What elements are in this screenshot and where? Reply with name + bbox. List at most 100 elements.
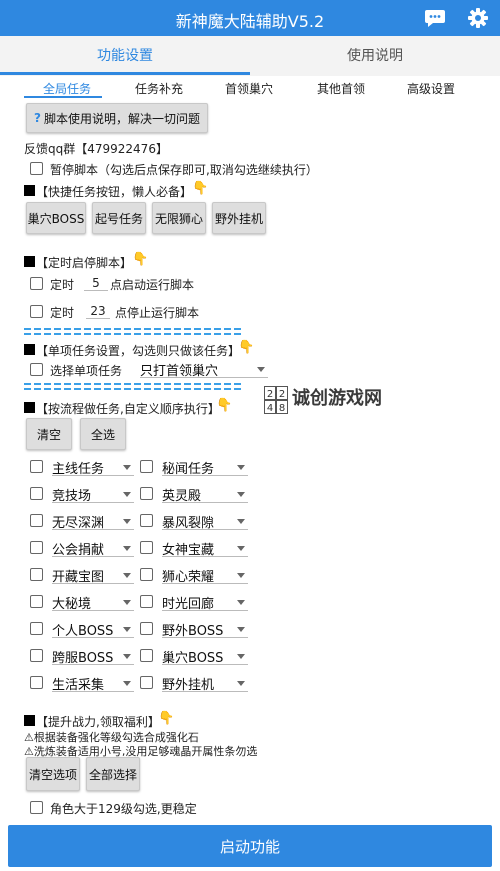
flow-clear-button[interactable]: 清空 [26, 418, 72, 450]
flow-select-all-button[interactable]: 全选 [80, 418, 126, 450]
flow-task-checkbox[interactable] [140, 676, 153, 689]
timer-stop-label: 定时 [50, 306, 75, 320]
flow-task-dropdown[interactable]: 开藏宝图 [52, 566, 134, 585]
chevron-down-icon [237, 519, 245, 524]
section-marker [24, 402, 35, 413]
flow-task-label: 野外挂机 [162, 678, 215, 693]
flow-task-label: 主线任务 [52, 462, 105, 477]
flow-task-label: 女神宝藏 [162, 543, 215, 558]
single-task-dropdown[interactable]: 只打首领巢穴 [140, 360, 268, 379]
quick-button-field-idle[interactable]: 野外挂机 [212, 202, 266, 234]
chat-icon[interactable] [421, 4, 449, 32]
flow-task-label: 开藏宝图 [52, 570, 105, 585]
quick-button-starter-tasks[interactable]: 起号任务 [92, 202, 146, 234]
flow-task-checkbox[interactable] [140, 541, 153, 554]
single-task-checkbox[interactable] [30, 363, 43, 376]
flow-task-checkbox[interactable] [140, 622, 153, 635]
flow-task-dropdown[interactable]: 主线任务 [52, 458, 134, 477]
flow-task-dropdown[interactable]: 竞技场 [52, 485, 134, 504]
flow-task-dropdown[interactable]: 暴风裂隙 [162, 512, 248, 531]
divider [24, 388, 244, 390]
chevron-down-icon [237, 600, 245, 605]
subtab-advanced-settings[interactable]: 高级设置 [386, 80, 476, 97]
flow-task-dropdown[interactable]: 女神宝藏 [162, 539, 248, 558]
flow-task-dropdown[interactable]: 公会捐献 [52, 539, 134, 558]
flow-task-checkbox[interactable] [30, 541, 43, 554]
timer-stop-checkbox[interactable] [30, 305, 43, 318]
section-marker [24, 715, 35, 726]
subtab-task-supplement[interactable]: 任务补充 [114, 80, 204, 97]
chevron-down-icon [123, 600, 131, 605]
flow-task-checkbox[interactable] [30, 595, 43, 608]
flow-task-dropdown[interactable]: 野外BOSS [162, 620, 248, 639]
start-button[interactable]: 启动功能 [8, 825, 492, 867]
pause-checkbox[interactable] [30, 162, 43, 175]
timer-section-title: 【定时启停脚本】 [36, 256, 133, 270]
flow-task-checkbox[interactable] [30, 568, 43, 581]
timer-stop-input[interactable]: 23 [86, 304, 110, 319]
flow-task-dropdown[interactable]: 秘闻任务 [162, 458, 248, 477]
flow-task-dropdown[interactable]: 跨服BOSS [52, 647, 134, 666]
timer-start-input[interactable]: 5 [84, 276, 108, 291]
help-button[interactable]: ? 脚本使用说明，解决一切问题 [26, 103, 208, 133]
subtab-boss-lair[interactable]: 首领巢穴 [204, 80, 294, 97]
chevron-down-icon [123, 519, 131, 524]
flow-task-label: 无尽深渊 [52, 516, 105, 531]
flow-task-checkbox[interactable] [30, 676, 43, 689]
flow-task-dropdown[interactable]: 时光回廊 [162, 593, 248, 612]
flow-task-checkbox[interactable] [140, 487, 153, 500]
flow-task-dropdown[interactable]: 巢穴BOSS [162, 647, 248, 666]
level-checkbox[interactable] [30, 801, 43, 814]
flow-task-label: 个人BOSS [52, 624, 114, 639]
flow-task-dropdown[interactable]: 个人BOSS [52, 620, 134, 639]
timer-start-checkbox[interactable] [30, 277, 43, 290]
power-clear-button[interactable]: 清空选项 [26, 757, 80, 791]
flow-task-dropdown[interactable]: 大秘境 [52, 593, 134, 612]
subtab-global-tasks[interactable]: 全局任务 [22, 80, 112, 97]
quick-button-lair-boss[interactable]: 巢穴BOSS [26, 202, 86, 234]
subtab-indicator [24, 96, 102, 98]
gear-icon[interactable] [464, 4, 492, 32]
main-tabs: 功能设置 使用说明 [0, 36, 500, 76]
flow-task-checkbox[interactable] [30, 649, 43, 662]
flow-task-label: 公会捐献 [52, 543, 105, 558]
flow-task-label: 巢穴BOSS [162, 651, 224, 666]
chevron-down-icon [123, 681, 131, 686]
flow-task-dropdown[interactable]: 无尽深渊 [52, 512, 134, 531]
flow-task-checkbox[interactable] [30, 487, 43, 500]
flow-task-dropdown[interactable]: 狮心荣耀 [162, 566, 248, 585]
timer-start-suffix: 点启动运行脚本 [110, 278, 195, 292]
flow-task-dropdown[interactable]: 野外挂机 [162, 674, 248, 693]
subtab-other-bosses[interactable]: 其他首领 [296, 80, 386, 97]
tab-function-settings[interactable]: 功能设置 [0, 36, 250, 76]
flow-task-label: 英灵殿 [162, 489, 202, 504]
tab-instructions[interactable]: 使用说明 [250, 36, 500, 76]
flow-task-checkbox[interactable] [140, 568, 153, 581]
flow-task-dropdown[interactable]: 生活采集 [52, 674, 134, 693]
flow-task-checkbox[interactable] [140, 460, 153, 473]
flow-task-label: 狮心荣耀 [162, 570, 215, 585]
qq-group: 反馈qq群【479922476】 [24, 142, 168, 156]
flow-task-dropdown[interactable]: 英灵殿 [162, 485, 248, 504]
flow-task-checkbox[interactable] [30, 622, 43, 635]
divider [24, 328, 244, 330]
section-marker [24, 185, 35, 196]
svg-text:2: 2 [267, 389, 273, 400]
flow-task-checkbox[interactable] [140, 649, 153, 662]
pointing-hand-icon: 👇 [158, 711, 175, 726]
section-marker [24, 344, 35, 355]
flow-task-label: 竞技场 [52, 489, 92, 504]
power-select-all-button[interactable]: 全部选择 [86, 757, 140, 791]
pause-label: 暂停脚本（勾选后点保存即可,取消勾选继续执行） [50, 163, 318, 177]
flow-task-label: 生活采集 [52, 678, 105, 693]
chevron-down-icon [237, 546, 245, 551]
svg-text:4: 4 [267, 403, 273, 414]
quick-button-infinite-lionheart[interactable]: 无限狮心 [152, 202, 206, 234]
power-section-title: 【提升战力,领取福利】 [36, 715, 160, 729]
chevron-down-icon [237, 465, 245, 470]
flow-task-checkbox[interactable] [140, 595, 153, 608]
watermark-logo-icon: 2 2 4 8 [264, 386, 288, 414]
flow-task-checkbox[interactable] [30, 514, 43, 527]
flow-task-checkbox[interactable] [140, 514, 153, 527]
flow-task-checkbox[interactable] [30, 460, 43, 473]
